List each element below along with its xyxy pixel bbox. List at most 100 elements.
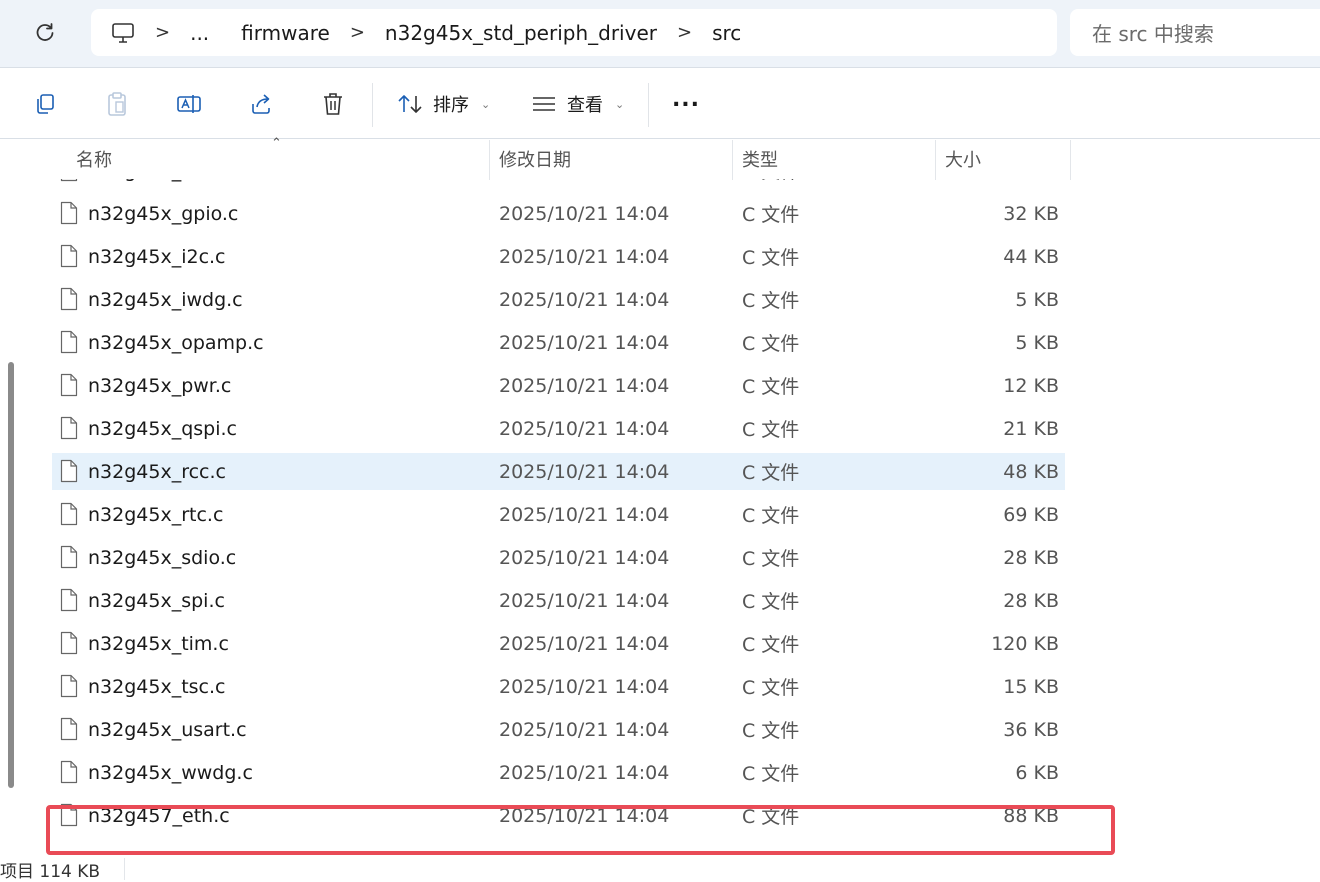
file-row[interactable]: n32g45x_usart.c 2025/10/21 14:04 C 文件 36 KB	[52, 711, 1065, 748]
this-pc-crumb[interactable]	[91, 9, 147, 56]
toolbar-divider	[648, 83, 649, 127]
file-icon	[60, 674, 78, 698]
file-icon	[60, 631, 78, 655]
file-type: C 文件	[742, 806, 800, 828]
breadcrumb-driver[interactable]: n32g45x_std_periph_driver	[373, 9, 669, 56]
file-name: n32g45x_iwdg.c	[88, 288, 243, 311]
file-icon	[60, 545, 78, 569]
breadcrumb-separator: >	[676, 22, 693, 43]
copy-icon	[37, 94, 54, 114]
breadcrumb-separator: >	[349, 22, 365, 43]
file-row[interactable]: n32g45x_sdio.c 2025/10/21 14:04 C 文件 28 KB	[52, 539, 1065, 576]
file-name: n32g45x_tim.c	[88, 632, 229, 655]
file-type: C 文件	[742, 247, 800, 269]
view-icon	[533, 97, 555, 111]
file-size: 21 KB	[1003, 417, 1059, 440]
file-type: C 文件	[742, 204, 800, 226]
file-row[interactable]: n32g45x_tim.c 2025/10/21 14:04 C 文件 120 KB	[52, 625, 1065, 662]
rename-button[interactable]	[167, 84, 211, 124]
file-type: C 文件	[742, 548, 800, 570]
file-row[interactable]: n32g45x_wwdg.c 2025/10/21 14:04 C 文件 6 KB	[52, 754, 1065, 791]
file-type: C 文件	[742, 634, 800, 656]
delete-button[interactable]	[311, 84, 355, 124]
file-row[interactable]: n32g45x_rtc.c 2025/10/21 14:04 C 文件 69 KB	[52, 496, 1065, 533]
file-row[interactable]: n32g45x_pwr.c 2025/10/21 14:04 C 文件 12 KB	[52, 367, 1065, 404]
file-row[interactable]: n32g45x_tsc.c 2025/10/21 14:04 C 文件 15 KB	[52, 668, 1065, 705]
file-size: 32 KB	[1003, 202, 1059, 225]
view-label: 查看	[567, 95, 603, 116]
breadcrumb-firmware[interactable]: firmware	[221, 9, 342, 56]
file-date: 2025/10/21 14:04	[499, 374, 670, 397]
file-size: 5 KB	[1015, 288, 1059, 311]
breadcrumb-src[interactable]: src	[700, 9, 753, 56]
refresh-button[interactable]	[24, 14, 66, 52]
file-name: n32g45x_wwdg.c	[88, 761, 253, 784]
search-input[interactable]: 在 src 中搜索	[1070, 9, 1320, 56]
file-type: C 文件	[742, 462, 800, 484]
file-size: 28 KB	[1003, 546, 1059, 569]
paste-button[interactable]	[95, 84, 139, 124]
copy-button[interactable]	[23, 84, 67, 124]
file-name: n32g45x_rcc.c	[88, 460, 226, 483]
file-size: 5 KB	[1015, 331, 1059, 354]
file-type: C 文件	[742, 333, 800, 355]
share-icon	[252, 94, 270, 114]
file-row[interactable]: n32g45x_opamp.c 2025/10/21 14:04 C 文件 5 KB	[52, 324, 1065, 361]
file-row[interactable]: n32g45x_iwdg.c 2025/10/21 14:04 C 文件 5 KB	[52, 281, 1065, 318]
file-date: 2025/10/21 14:04	[499, 460, 670, 483]
vertical-scrollbar[interactable]	[8, 362, 14, 788]
file-name: n32g45x_qspi.c	[88, 417, 237, 440]
file-size: 88 KB	[1003, 804, 1059, 827]
file-name: n32g45x_opamp.c	[88, 331, 264, 354]
file-type: C 文件	[742, 720, 800, 742]
file-type: C 文件	[742, 376, 800, 398]
file-icon	[60, 459, 78, 483]
file-type: C 文件	[742, 677, 800, 699]
file-type: C 文件	[742, 419, 800, 441]
command-bar: 排序 ⌄ 查看 ⌄ ...	[0, 69, 1320, 139]
sort-icon	[398, 95, 422, 113]
file-name: n32g45x_gpio.c	[88, 202, 239, 225]
file-icon	[60, 588, 78, 612]
file-date: 2025/10/21 14:04	[499, 288, 670, 311]
share-button[interactable]	[239, 84, 283, 124]
file-row[interactable]: n32g45x_rcc.c 2025/10/21 14:04 C 文件 48 KB	[52, 453, 1065, 490]
file-size: 28 KB	[1003, 589, 1059, 612]
file-date: 2025/10/21 14:04	[499, 589, 670, 612]
breadcrumb-overflow[interactable]: ...	[178, 9, 221, 56]
file-name: n32g45x_pwr.c	[88, 374, 232, 397]
file-size: 44 KB	[1003, 245, 1059, 268]
file-row[interactable]: n32g457_eth.c 2025/10/21 14:04 C 文件 88 KB	[52, 797, 1065, 834]
view-menu[interactable]: 查看 ⌄	[531, 84, 624, 124]
breadcrumb-separator: >	[155, 22, 171, 43]
file-size: 69 KB	[1003, 503, 1059, 526]
file-row[interactable]: n32g45x_spi.c 2025/10/21 14:04 C 文件 28 KB	[52, 582, 1065, 619]
file-name: n32g45x_i2c.c	[88, 245, 226, 268]
file-type: C 文件	[742, 290, 800, 312]
more-options-button[interactable]: ...	[664, 84, 708, 124]
file-name: n32g45x_sdio.c	[88, 546, 237, 569]
file-name: n32g457_eth.c	[88, 804, 230, 827]
file-name: n32g45x_tsc.c	[88, 675, 226, 698]
file-date: 2025/10/21 14:04	[499, 761, 670, 784]
file-list: n32g45x_flash.c 2025/10/21 14:04 C 文件 35 KB…	[0, 179, 1320, 854]
file-row[interactable]: n32g45x_gpio.c 2025/10/21 14:04 C 文件 32 KB	[52, 195, 1065, 232]
file-row[interactable]: n32g45x_i2c.c 2025/10/21 14:04 C 文件 44 KB	[52, 238, 1065, 275]
file-date: 2025/10/21 14:04	[499, 331, 670, 354]
file-size: 15 KB	[1003, 675, 1059, 698]
file-date: 2025/10/21 14:04	[499, 632, 670, 655]
file-icon	[60, 373, 78, 397]
file-date: 2025/10/21 14:04	[499, 245, 670, 268]
file-name: n32g45x_spi.c	[88, 589, 225, 612]
file-size: 36 KB	[1003, 718, 1059, 741]
file-size: 12 KB	[1003, 374, 1059, 397]
file-type: C 文件	[742, 505, 800, 527]
trash-icon	[324, 93, 342, 115]
refresh-icon	[36, 23, 54, 41]
file-date: 2025/10/21 14:04	[499, 202, 670, 225]
address-bar[interactable]: > ... firmware > n32g45x_std_periph_driv…	[91, 9, 1057, 56]
toolbar-divider	[372, 83, 373, 127]
sort-menu[interactable]: 排序 ⌄	[397, 84, 490, 124]
file-row[interactable]: n32g45x_qspi.c 2025/10/21 14:04 C 文件 21 KB	[52, 410, 1065, 447]
file-name: n32g45x_rtc.c	[88, 503, 224, 526]
